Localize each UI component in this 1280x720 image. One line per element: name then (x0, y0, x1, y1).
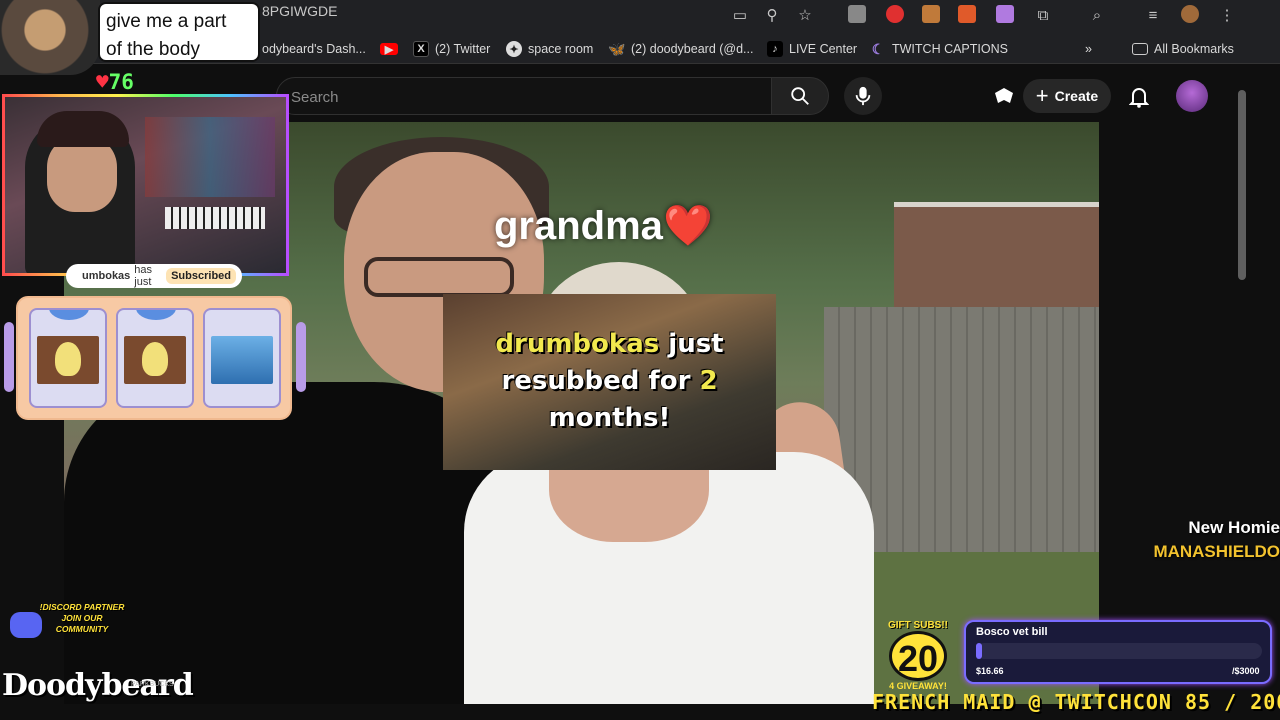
bookmark-space-room[interactable]: ✦ space room (506, 40, 593, 58)
studio-gear (145, 117, 275, 197)
voice-search-button[interactable] (844, 77, 882, 115)
heart-icon: ♥ (96, 70, 109, 94)
space-room-icon: ✦ (506, 41, 522, 57)
create-label: Create (1054, 88, 1099, 104)
bookmark-live-center[interactable]: ♪ LIVE Center (767, 40, 857, 58)
folder-icon (1132, 43, 1148, 55)
extension-icon-4[interactable] (958, 5, 976, 23)
search-input[interactable] (291, 86, 751, 108)
extension-icon-3[interactable] (922, 5, 940, 23)
small-handle-text: PARKBUCKS (131, 681, 174, 688)
bookmark-youtube[interactable]: ▶ (380, 40, 398, 58)
subscriber-toast: umbokas has just Subscribed (66, 264, 242, 288)
streamer-webcam (2, 94, 289, 276)
bookmark-bluesky[interactable]: 🦋 (2) doodybeard (@d... (608, 40, 753, 58)
streamer-cap (37, 111, 129, 147)
slot-left-handle (4, 322, 14, 392)
slot-reel (203, 308, 281, 408)
gift-subs-counter: GIFT SUBS!! 20 4 GIVEAWAY! (888, 620, 948, 691)
video-caption: grandma❤️ (494, 204, 713, 248)
keyboard-synth (165, 207, 265, 229)
slot-right-handle (296, 322, 306, 392)
gamepad-icon[interactable] (992, 85, 1016, 107)
profile-icon[interactable] (1181, 5, 1199, 23)
menu-kebab-icon[interactable]: ⋮ (1216, 4, 1238, 26)
bell-icon (1129, 88, 1149, 108)
account-avatar[interactable] (1176, 80, 1208, 112)
discord-partner-badge: !DISCORD PARTNER JOIN OUR COMMUNITY (39, 602, 125, 634)
new-follower-alert: New Homie MANASHIELDO (1153, 518, 1280, 561)
bookmark-twitter[interactable]: X (2) Twitter (413, 40, 490, 58)
heart-rate-counter: ♥76 (96, 70, 134, 94)
microphone-icon (855, 86, 871, 106)
heart-emoji-icon: ❤️ (662, 204, 713, 248)
x-icon: X (413, 41, 429, 57)
streamer-face (47, 137, 117, 212)
extension-icon-2[interactable] (886, 5, 904, 23)
bookmarks-overflow-chevron-icon[interactable]: » (1085, 40, 1092, 58)
goal-progress-track (976, 643, 1262, 659)
extension-icon-5[interactable] (996, 5, 1014, 23)
tts-chat-bubble: give me a part of the body (98, 2, 260, 62)
youtube-icon: ▶ (380, 43, 398, 56)
all-bookmarks[interactable]: All Bookmarks (1132, 40, 1234, 58)
search-tabs-icon[interactable]: ⌕ (1086, 4, 1108, 26)
bookmark-star-icon[interactable]: ☆ (794, 4, 816, 26)
tiktok-icon: ♪ (767, 41, 783, 57)
slot-reel (29, 308, 107, 408)
cast-icon[interactable]: ▭ (729, 4, 751, 26)
notifications-button[interactable] (1124, 82, 1154, 112)
address-bar-text[interactable]: 8PGIWGDE (262, 3, 337, 19)
zoom-icon[interactable]: ⚲ (761, 4, 783, 26)
bookmark-dashboard[interactable]: odybeard's Dash... (262, 40, 366, 58)
goal-current-amount: $16.66 (976, 666, 1004, 676)
bluesky-icon: 🦋 (608, 40, 626, 57)
goal-target-amount: /$3000 (1232, 666, 1260, 676)
moon-icon: ☾ (871, 40, 885, 57)
slot-reel (116, 308, 194, 408)
resub-alert-text: drumbokas just resubbed for 2 months! (495, 329, 724, 433)
streamer-face-sticker (0, 0, 100, 75)
plus-icon: + (1035, 83, 1049, 108)
media-controls-icon[interactable]: ≡ (1142, 4, 1164, 26)
page-scrollbar[interactable] (1238, 90, 1246, 280)
bookmark-twitch-captions[interactable]: ☾ TWITCH CAPTIONS (870, 40, 1008, 58)
man-glasses (364, 257, 514, 297)
extension-icon-1[interactable] (848, 5, 866, 23)
stream-ticker: FRENCH MAID @ TWITCHCON 85 / 200 (872, 690, 1280, 714)
search-box (276, 77, 772, 115)
extensions-puzzle-icon[interactable]: ⧉ (1032, 4, 1054, 26)
subscribed-tag: Subscribed (166, 268, 236, 284)
search-icon (791, 87, 809, 105)
search-button[interactable] (771, 77, 829, 115)
goal-progress-fill (976, 643, 982, 659)
goal-title: Bosco vet bill (976, 626, 1048, 638)
create-button[interactable]: + Create (1023, 79, 1111, 113)
shed (894, 207, 1099, 317)
